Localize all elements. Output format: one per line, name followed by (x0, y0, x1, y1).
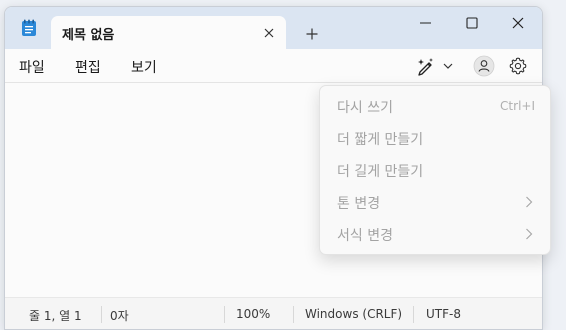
menu-item-rewrite[interactable]: 다시 쓰기 Ctrl+I (320, 90, 550, 122)
menu-bar: 파일 편집 보기 (5, 49, 542, 83)
close-icon (264, 28, 274, 38)
tab-title: 제목 없음 (62, 28, 115, 43)
menu-item-make-shorter[interactable]: 더 짧게 만들기 (320, 122, 550, 154)
notepad-icon (21, 19, 37, 37)
status-divider (413, 306, 414, 323)
chevron-right-icon (526, 228, 533, 240)
chevron-down-icon (443, 63, 453, 69)
menu-item-label: 톤 변경 (337, 196, 381, 212)
menu-file[interactable]: 파일 (19, 57, 45, 77)
maximize-button[interactable] (449, 7, 495, 39)
menu-view[interactable]: 보기 (131, 57, 157, 77)
plus-icon (306, 28, 318, 40)
close-tab-button[interactable] (258, 22, 280, 44)
account-button[interactable] (471, 53, 497, 79)
close-icon (512, 17, 524, 29)
settings-button[interactable] (505, 53, 531, 79)
menu-edit[interactable]: 편집 (75, 57, 101, 77)
menu-item-make-longer[interactable]: 더 길게 만들기 (320, 154, 550, 186)
menu-item-label: 더 짧게 만들기 (337, 132, 424, 148)
status-bar: 줄 1, 열 1 0자 100% Windows (CRLF) UTF-8 (5, 297, 542, 329)
menu-item-label: 더 길게 만들기 (337, 164, 424, 180)
status-divider (224, 306, 225, 323)
rewrite-dropdown-menu: 다시 쓰기 Ctrl+I 더 짧게 만들기 더 길게 만들기 톤 변경 서식 변… (319, 85, 551, 255)
status-cursor-position: 줄 1, 열 1 (29, 309, 82, 323)
menu-item-label: 서식 변경 (337, 228, 393, 244)
copilot-sparkle-pen-icon (418, 58, 433, 76)
minimize-button[interactable] (403, 7, 449, 39)
menu-item-change-tone[interactable]: 톤 변경 (320, 186, 550, 218)
maximize-icon (466, 17, 478, 29)
new-tab-button[interactable] (301, 23, 323, 45)
status-zoom[interactable]: 100% (236, 307, 270, 321)
status-char-count: 0자 (110, 309, 129, 323)
status-divider (293, 306, 294, 323)
document-tab[interactable]: 제목 없음 (51, 16, 286, 49)
close-window-button[interactable] (495, 7, 541, 39)
person-icon (473, 55, 495, 77)
chevron-right-icon (526, 196, 533, 208)
status-divider (101, 306, 102, 323)
minimize-icon (420, 22, 431, 24)
title-bar: 제목 없음 (5, 7, 542, 49)
menu-item-label: 다시 쓰기 (337, 100, 393, 116)
status-line-ending[interactable]: Windows (CRLF) (305, 307, 402, 321)
status-encoding[interactable]: UTF-8 (426, 307, 461, 321)
menu-item-change-format[interactable]: 서식 변경 (320, 218, 550, 250)
copilot-rewrite-button[interactable] (409, 54, 459, 78)
shortcut-label: Ctrl+I (500, 99, 535, 113)
gear-icon (509, 57, 527, 75)
